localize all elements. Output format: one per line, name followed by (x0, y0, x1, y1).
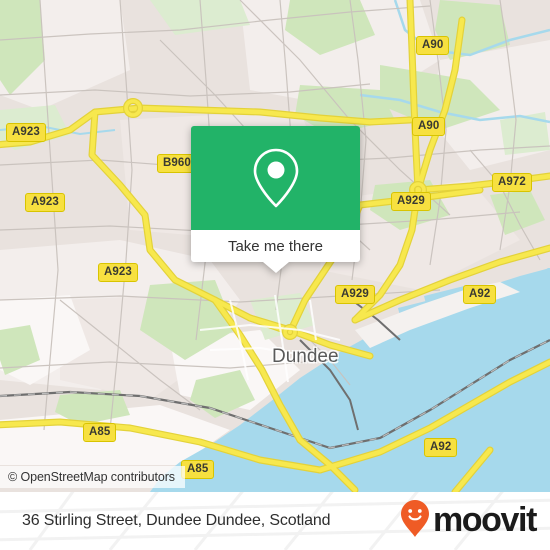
popup-pointer-tail (262, 262, 289, 273)
map-screenshot: Dundee A90 A90 A923 B960 A972 A929 A923 … (0, 0, 550, 550)
osm-attribution[interactable]: © OpenStreetMap contributors (0, 466, 185, 488)
road-shield: A85 (83, 423, 117, 442)
destination-popup[interactable]: Take me there (191, 126, 360, 273)
road-shield: A923 (98, 263, 138, 282)
footer-bar: 36 Stirling Street, Dundee Dundee, Scotl… (0, 492, 550, 550)
take-me-there-label: Take me there (227, 237, 324, 255)
location-pin-icon (250, 146, 302, 210)
road-shield: A85 (181, 460, 215, 479)
popup-header (191, 126, 360, 230)
moovit-smiley-pin-icon (400, 499, 430, 544)
road-shield: A90 (416, 36, 450, 55)
road-shield: A90 (412, 117, 446, 136)
place-label-dundee: Dundee (272, 346, 339, 367)
road-shield: A972 (492, 173, 532, 192)
road-shield: A923 (25, 193, 65, 212)
road-shield: A92 (463, 285, 497, 304)
moovit-wordmark: moovit (432, 501, 537, 539)
map-canvas[interactable]: Dundee A90 A90 A923 B960 A972 A929 A923 … (0, 0, 550, 492)
road-shield: A92 (424, 438, 458, 457)
road-shield: A929 (391, 192, 431, 211)
road-shield: A929 (335, 285, 375, 304)
address-title: 36 Stirling Street, Dundee Dundee, Scotl… (22, 512, 331, 529)
take-me-there-button[interactable]: Take me there (191, 230, 360, 262)
moovit-logo[interactable]: moovit (400, 492, 537, 550)
road-shield: A923 (6, 123, 46, 142)
